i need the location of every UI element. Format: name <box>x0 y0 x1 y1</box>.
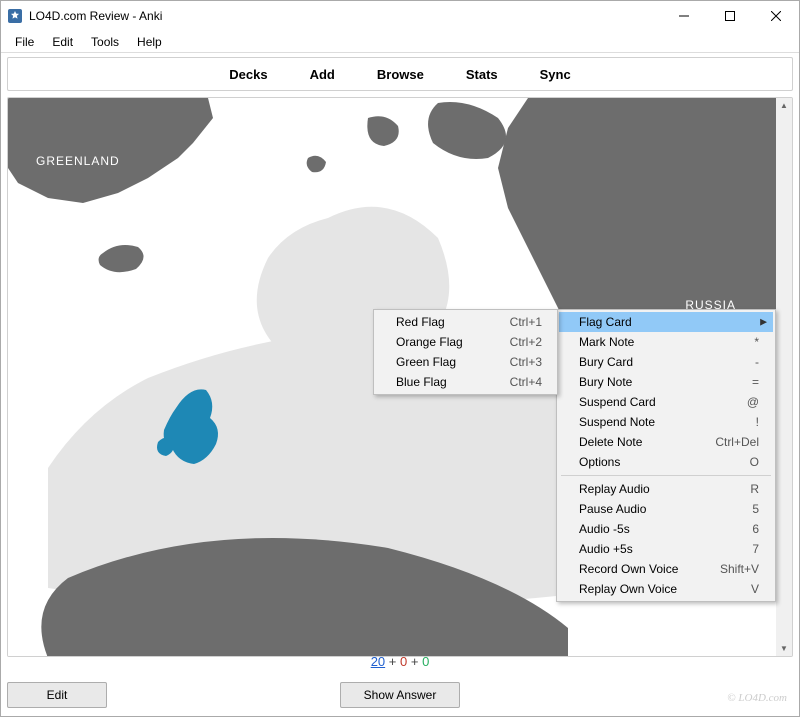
context-menu-label: Audio +5s <box>579 542 633 556</box>
toolbar-sync[interactable]: Sync <box>532 61 579 88</box>
toolbar-decks[interactable]: Decks <box>221 61 275 88</box>
menu-help[interactable]: Help <box>129 33 170 51</box>
toolbar: Decks Add Browse Stats Sync <box>7 57 793 91</box>
toolbar-add[interactable]: Add <box>302 61 343 88</box>
stats-new: 20 <box>371 654 385 669</box>
context-menu-label: Record Own Voice <box>579 562 678 576</box>
context-menu-shortcut: * <box>754 335 759 349</box>
context-menu-label: Delete Note <box>579 435 642 449</box>
submenu-label: Red Flag <box>396 315 445 329</box>
watermark: © LO4D.com <box>727 692 787 704</box>
context-menu-item-replay-own-voice[interactable]: Replay Own Voice V <box>559 579 773 599</box>
context-menu-item-pause-audio[interactable]: Pause Audio 5 <box>559 499 773 519</box>
context-menu-shortcut: 6 <box>752 522 759 536</box>
context-menu-item-mark-note[interactable]: Mark Note * <box>559 332 773 352</box>
window-title: LO4D.com Review - Anki <box>29 9 162 23</box>
submenu-label: Blue Flag <box>396 375 447 389</box>
context-menu-item-bury-card[interactable]: Bury Card - <box>559 352 773 372</box>
submenu-shortcut: Ctrl+2 <box>510 335 542 349</box>
context-menu-label: Audio -5s <box>579 522 630 536</box>
submenu-item-orange-flag[interactable]: Orange Flag Ctrl+2 <box>376 332 556 352</box>
stats-plus-1: + <box>389 654 397 669</box>
scroll-up-icon[interactable]: ▲ <box>780 101 788 110</box>
context-menu-item-audio-5s[interactable]: Audio +5s 7 <box>559 539 773 559</box>
context-menu: Flag Card ▶ Mark Note * Bury Card - Bury Note =… <box>556 309 776 602</box>
context-menu-shortcut: ! <box>756 415 759 429</box>
context-menu-item-delete-note[interactable]: Delete Note Ctrl+Del <box>559 432 773 452</box>
context-menu-shortcut: O <box>750 455 759 469</box>
menu-tools[interactable]: Tools <box>83 33 127 51</box>
submenu-arrow-icon: ▶ <box>760 317 767 328</box>
context-menu-shortcut: 5 <box>752 502 759 516</box>
context-menu-item-flag-card[interactable]: Flag Card ▶ <box>559 312 773 332</box>
context-menu-shortcut: = <box>752 375 759 389</box>
context-menu-label: Suspend Card <box>579 395 656 409</box>
app-icon <box>7 8 23 24</box>
context-menu-label: Suspend Note <box>579 415 655 429</box>
context-menu-label: Replay Audio <box>579 482 650 496</box>
submenu-item-green-flag[interactable]: Green Flag Ctrl+3 <box>376 352 556 372</box>
close-button[interactable] <box>753 1 799 31</box>
toolbar-browse[interactable]: Browse <box>369 61 432 88</box>
submenu-label: Orange Flag <box>396 335 463 349</box>
titlebar-left: LO4D.com Review - Anki <box>7 8 162 24</box>
context-menu-item-suspend-note[interactable]: Suspend Note! <box>559 412 773 432</box>
context-menu-shortcut: 7 <box>752 542 759 556</box>
stats-review: 0 <box>422 654 429 669</box>
edit-button[interactable]: Edit <box>7 682 107 708</box>
context-menu-label: Mark Note <box>579 335 634 349</box>
context-menu-shortcut: @ <box>747 395 759 409</box>
context-menu-item-options[interactable]: Options O <box>559 452 773 472</box>
context-menu-item-bury-note[interactable]: Bury Note = <box>559 372 773 392</box>
menu-edit[interactable]: Edit <box>44 33 81 51</box>
map-label-greenland: GREENLAND <box>36 154 120 168</box>
context-menu-shortcut: Ctrl+Del <box>715 435 759 449</box>
submenu-shortcut: Ctrl+3 <box>510 355 542 369</box>
stats-learn: 0 <box>400 654 407 669</box>
scroll-down-icon[interactable]: ▼ <box>780 644 788 653</box>
context-menu-separator <box>561 475 771 476</box>
context-menu-shortcut: Shift+V <box>720 562 759 576</box>
context-menu-item-audio-5s[interactable]: Audio -5s 6 <box>559 519 773 539</box>
context-menu-item-suspend-card[interactable]: Suspend Card @ <box>559 392 773 412</box>
footer: Edit 20 + 0 + 0 Show Answer <box>7 682 793 708</box>
submenu-label: Green Flag <box>396 355 456 369</box>
flag-submenu: Red Flag Ctrl+1 Orange Flag Ctrl+2 Green Fla… <box>373 309 558 395</box>
toolbar-stats[interactable]: Stats <box>458 61 506 88</box>
context-menu-label: Replay Own Voice <box>579 582 677 596</box>
submenu-shortcut: Ctrl+1 <box>510 315 542 329</box>
minimize-button[interactable] <box>661 1 707 31</box>
submenu-item-blue-flag[interactable]: Blue Flag Ctrl+4 <box>376 372 556 392</box>
titlebar: LO4D.com Review - Anki <box>1 1 799 31</box>
context-menu-label: Flag Card <box>579 315 632 329</box>
menubar: File Edit Tools Help <box>1 31 799 53</box>
context-menu-label: Pause Audio <box>579 502 646 516</box>
context-menu-shortcut: R <box>750 482 759 496</box>
scrollbar[interactable]: ▲ ▼ <box>776 98 792 656</box>
context-menu-label: Bury Card <box>579 355 633 369</box>
context-menu-shortcut: V <box>751 582 759 596</box>
stats-line: 20 + 0 + 0 <box>371 654 430 669</box>
submenu-item-red-flag[interactable]: Red Flag Ctrl+1 <box>376 312 556 332</box>
context-menu-label: Bury Note <box>579 375 632 389</box>
context-menu-shortcut: - <box>755 355 759 369</box>
show-answer-button[interactable]: Show Answer <box>340 682 460 708</box>
submenu-shortcut: Ctrl+4 <box>510 375 542 389</box>
maximize-button[interactable] <box>707 1 753 31</box>
context-menu-item-record-own-voice[interactable]: Record Own Voice Shift+V <box>559 559 773 579</box>
window-controls <box>661 1 799 31</box>
context-menu-item-replay-audio[interactable]: Replay Audio R <box>559 479 773 499</box>
context-menu-label: Options <box>579 455 620 469</box>
stats-plus-2: + <box>411 654 419 669</box>
menu-file[interactable]: File <box>7 33 42 51</box>
